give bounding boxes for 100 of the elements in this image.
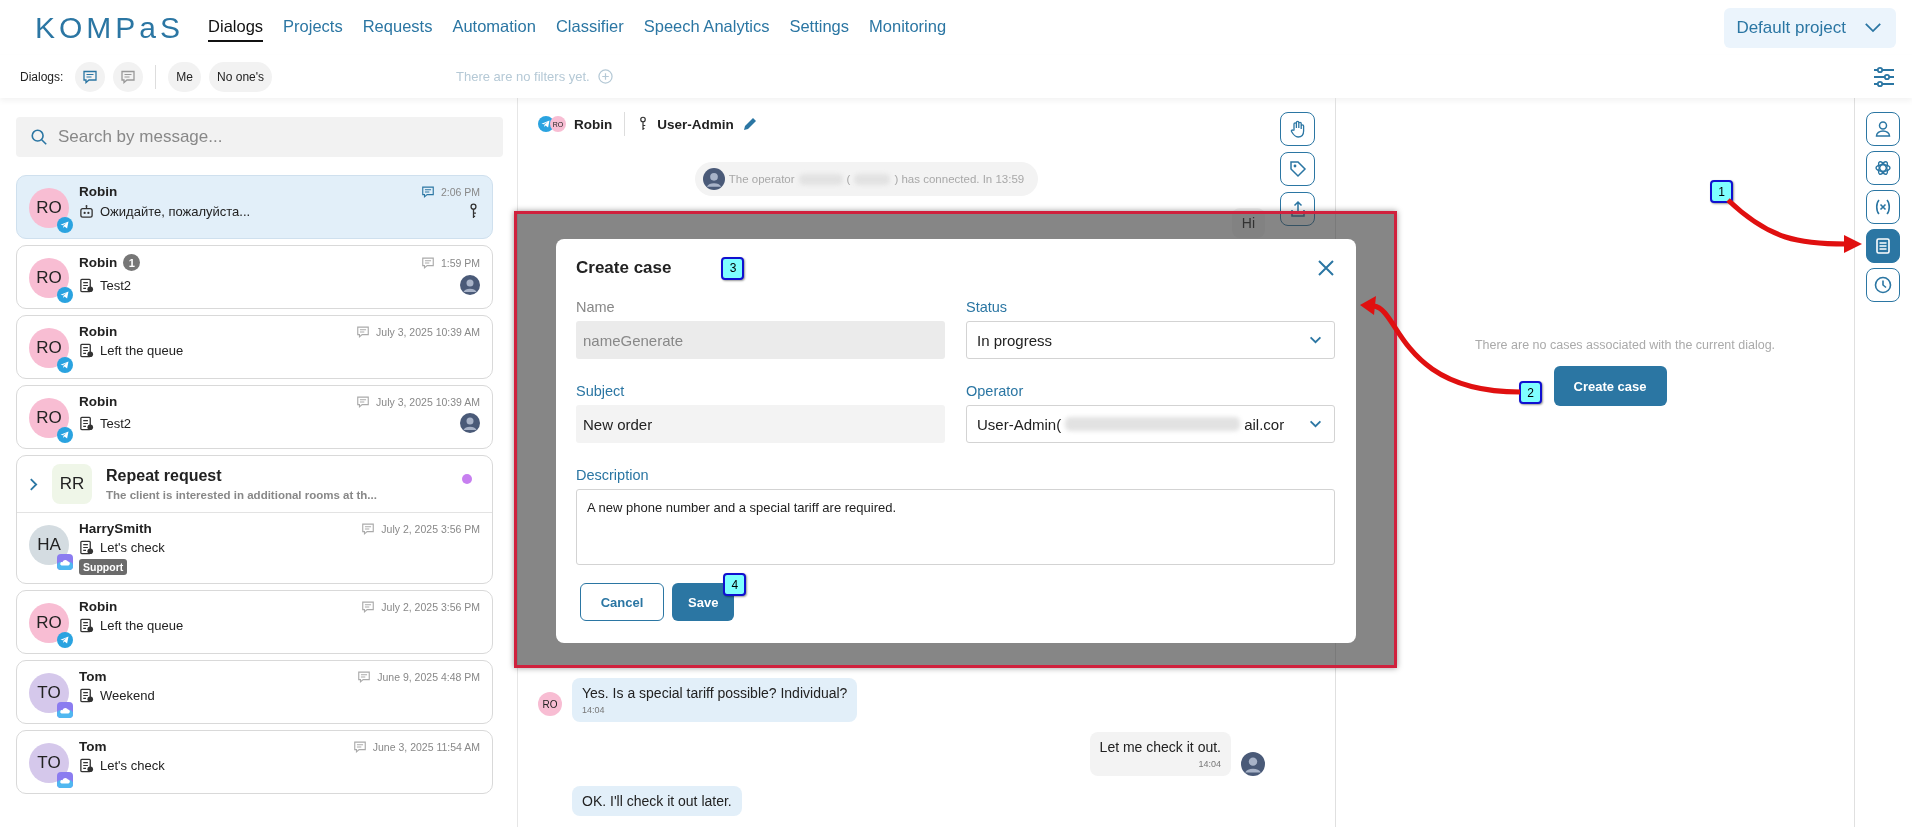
step-number: 3 bbox=[721, 256, 745, 280]
variable-icon bbox=[1873, 197, 1893, 217]
group-header[interactable]: RR Repeat request The client is interested in additional rooms at th... bbox=[17, 456, 492, 513]
message-time: June 3, 2025 11:54 AM bbox=[372, 740, 480, 753]
avatar-initials: RO bbox=[36, 338, 62, 358]
chat-icon bbox=[361, 599, 376, 614]
contact-name: Robin bbox=[79, 394, 118, 409]
contact-name: Robin bbox=[574, 116, 613, 132]
chevron-down-icon bbox=[1309, 420, 1322, 428]
share-action-button[interactable] bbox=[1280, 192, 1315, 226]
nav-tab[interactable]: Requests bbox=[362, 13, 433, 42]
chat-icon bbox=[82, 68, 99, 85]
dialog-card[interactable]: RO Robin July 3, 2025 10:39 AM Left the queue bbox=[16, 315, 493, 379]
contact-name: HarrySmith bbox=[79, 521, 152, 536]
view-toggle[interactable] bbox=[113, 61, 144, 92]
document-icon bbox=[1873, 236, 1893, 256]
person-icon bbox=[1873, 119, 1893, 139]
message-preview: Test2 bbox=[100, 415, 132, 431]
step-number: 4 bbox=[723, 573, 747, 596]
user-avatar-icon bbox=[702, 168, 725, 190]
dialog-title: Create case bbox=[576, 258, 672, 278]
nav-tab[interactable]: Settings bbox=[789, 13, 850, 42]
paper-plane-icon bbox=[57, 632, 73, 648]
clock-icon bbox=[1873, 275, 1893, 295]
avatar-initials: HA bbox=[37, 535, 61, 555]
select-field[interactable]: In progress bbox=[966, 321, 1335, 359]
document-icon bbox=[79, 758, 94, 773]
nav-tab[interactable]: Dialogs bbox=[208, 13, 264, 42]
group-initials: RR bbox=[59, 474, 85, 494]
chat-icon bbox=[420, 255, 435, 270]
nav-tab[interactable]: Monitoring bbox=[869, 13, 947, 42]
search-icon bbox=[30, 128, 48, 146]
system-text: The operator bbox=[728, 173, 795, 185]
person-tab[interactable] bbox=[1866, 112, 1900, 146]
cases-tab[interactable] bbox=[1866, 229, 1900, 263]
message-text: OK. I'll check it out later. bbox=[582, 793, 732, 809]
dialog-card[interactable]: TO Tom June 9, 2025 4:48 PM Weekend bbox=[16, 660, 493, 724]
filter-chip[interactable]: No one's bbox=[209, 61, 273, 92]
empty-cases-text: There are no cases associated with the current dialog. bbox=[1474, 338, 1776, 352]
tag-action-button[interactable] bbox=[1280, 152, 1315, 186]
nav-tab[interactable]: Classifier bbox=[555, 13, 624, 42]
search-field[interactable]: Search by message... bbox=[16, 117, 503, 157]
key-figure-icon bbox=[467, 203, 480, 220]
select-field[interactable]: User-Admin( ail.cor bbox=[966, 405, 1335, 443]
project-dropdown[interactable]: Default project bbox=[1724, 7, 1896, 48]
message-time: 14:04 bbox=[582, 705, 606, 715]
select-value: User-Admin( bbox=[977, 415, 1062, 433]
contact-name: Robin bbox=[79, 324, 118, 339]
dialog-card[interactable]: TO Tom June 3, 2025 11:54 AM Let's check bbox=[16, 730, 493, 794]
message-time: June 9, 2025 4:48 PM bbox=[377, 670, 480, 683]
cloud-icon bbox=[57, 554, 73, 570]
message-preview: Ожидайте, пожалуйста... bbox=[100, 204, 251, 219]
view-toggle[interactable] bbox=[75, 61, 106, 92]
dialog-card[interactable]: RO Robin 1 1:59 PM Test2 bbox=[16, 245, 493, 309]
dialog-card[interactable]: RO Robin July 2, 2025 3:56 PM Left the queue bbox=[16, 590, 493, 654]
chevron-down-icon bbox=[1309, 336, 1322, 344]
nav-tab[interactable]: Automation bbox=[452, 13, 536, 42]
message-preview: Left the queue bbox=[100, 343, 184, 358]
paper-plane-icon bbox=[57, 427, 73, 443]
avatar-initials: RO bbox=[36, 408, 62, 428]
contact-name: Robin bbox=[79, 255, 118, 270]
field-label: Subject bbox=[576, 383, 626, 399]
message-preview: Left the queue bbox=[100, 618, 184, 633]
dialog-card[interactable]: RO Robin July 3, 2025 10:39 AM Test2 bbox=[16, 385, 493, 449]
filter-chip[interactable]: Me bbox=[168, 61, 202, 92]
operator-name: User-Admin bbox=[657, 116, 734, 132]
history-tab[interactable] bbox=[1866, 268, 1900, 302]
pencil-icon[interactable] bbox=[741, 116, 758, 132]
chevron-right-icon bbox=[29, 476, 38, 492]
variable-tab[interactable] bbox=[1866, 190, 1900, 224]
dialog-card[interactable]: RO Robin 2:06 PM Ожидайте, пожалуйста... bbox=[16, 175, 493, 239]
document-icon bbox=[79, 540, 94, 555]
message-time: 2:06 PM bbox=[440, 185, 480, 198]
message-text: Yes. Is a special tariff possible? Individual? bbox=[582, 685, 848, 701]
knot-icon bbox=[1873, 158, 1893, 178]
user-avatar-icon bbox=[460, 413, 480, 433]
dialog-row[interactable]: HA HarrySmith July 2, 2025 3:56 PM Let's check Support bbox=[17, 513, 492, 583]
create-case-button[interactable]: Create case bbox=[1553, 366, 1667, 406]
input-field[interactable]: New order bbox=[576, 405, 945, 443]
contact-name: Robin bbox=[79, 599, 118, 614]
nav-tab[interactable]: Speech Analytics bbox=[643, 13, 770, 42]
avatar-initials: TO bbox=[37, 683, 61, 703]
close-icon[interactable] bbox=[1316, 258, 1336, 278]
logo[interactable]: KOMPaS bbox=[35, 10, 185, 45]
filter-settings-icon[interactable] bbox=[1872, 64, 1896, 89]
hand-action-button[interactable] bbox=[1280, 112, 1315, 146]
cancel-button[interactable]: Cancel bbox=[580, 583, 664, 621]
text-area[interactable]: A new phone number and a special tariff are required. bbox=[576, 489, 1335, 565]
field-label: Status bbox=[966, 299, 1009, 315]
ai-tab[interactable] bbox=[1866, 151, 1900, 185]
chat-icon bbox=[356, 324, 371, 339]
message-text: Hi bbox=[1241, 215, 1255, 231]
field-label: Operator bbox=[966, 383, 1025, 399]
chat-icon bbox=[120, 68, 137, 85]
tag-label: Support bbox=[79, 559, 128, 575]
nav-tab[interactable]: Projects bbox=[283, 13, 343, 42]
empty-filters-text: There are no filters yet. bbox=[456, 69, 590, 84]
message-text: Let me check it out. bbox=[1099, 739, 1221, 755]
tag-icon bbox=[1287, 159, 1308, 179]
user-avatar-icon bbox=[460, 275, 480, 295]
